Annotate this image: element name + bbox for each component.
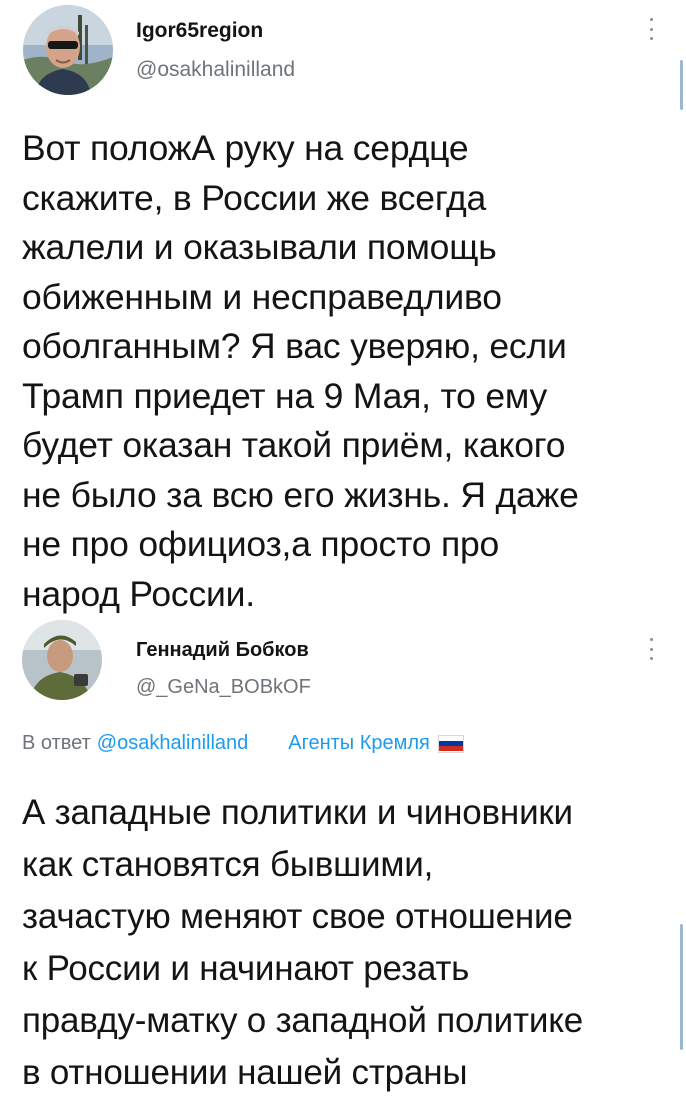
kremlin-agents-tag[interactable]: Агенты Кремля [288,732,430,755]
tweet-1-avatar[interactable] [23,5,113,95]
scrollbar[interactable] [680,924,683,1050]
reply-prefix: В ответ [22,732,91,754]
scrollbar[interactable] [680,60,683,110]
tweet-2-avatar[interactable] [22,620,102,700]
tweet-2-handle[interactable]: @_GeNa_BOBkOF [136,676,311,699]
tweet-1-text: Вот положА руку на сердце скажите, в Рос… [22,128,579,614]
reply-to-link[interactable]: @osakhalinilland [97,732,249,755]
tweet-1: Igor65region @osakhalinilland Вот положА… [0,0,686,614]
tweet-2-display-name[interactable]: Геннадий Бобков [136,639,309,662]
tweet-2-text: А западные политики и чиновники как стан… [22,793,583,1092]
reply-context: В ответ @osakhalinilland Агенты Кремля [22,732,464,755]
russia-flag-icon [437,734,464,753]
flag-stripe-red [438,746,463,752]
tweet-1-handle[interactable]: @osakhalinilland [136,58,295,82]
tweet-1-display-name[interactable]: Igor65region [136,19,263,43]
vertical-dots-icon[interactable] [646,18,656,40]
vertical-dots-icon[interactable] [646,638,656,660]
tweet-2: Геннадий Бобков @_GeNa_BOBkOF В ответ @o… [0,612,686,1092]
